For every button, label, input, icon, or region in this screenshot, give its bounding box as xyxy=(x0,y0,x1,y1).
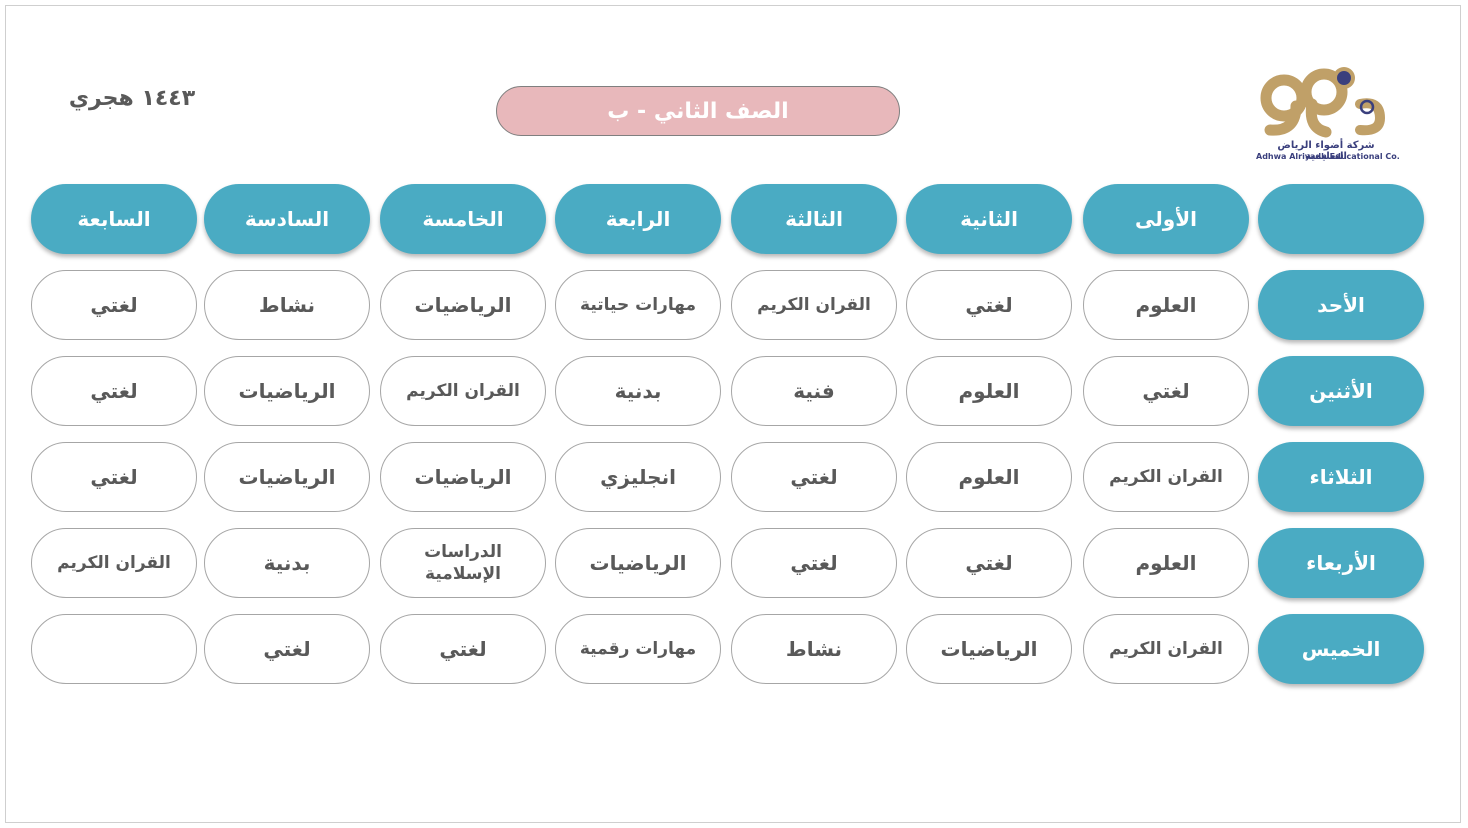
subject-cell: الدراسات الإسلامية xyxy=(380,528,546,598)
period-header: الخامسة xyxy=(380,184,546,254)
subject-cell: لغتي xyxy=(31,270,197,340)
subject-cell: القران الكريم xyxy=(31,528,197,598)
subject-cell: العلوم xyxy=(1083,270,1249,340)
subject-cell: لغتي xyxy=(906,528,1072,598)
period-header: الثالثة xyxy=(731,184,897,254)
subject-cell: بدنية xyxy=(204,528,370,598)
subject-cell: العلوم xyxy=(906,442,1072,512)
period-header: الرابعة xyxy=(555,184,721,254)
subject-cell: القران الكريم xyxy=(1083,614,1249,684)
period-header: الثانية xyxy=(906,184,1072,254)
subject-cell: الرياضيات xyxy=(380,442,546,512)
period-header: السادسة xyxy=(204,184,370,254)
class-title: الصف الثاني - ب xyxy=(496,86,900,136)
subject-cell: العلوم xyxy=(906,356,1072,426)
subject-cell: مهارات رقمية xyxy=(555,614,721,684)
day-header: الأربعاء xyxy=(1258,528,1424,598)
subject-cell: العلوم xyxy=(1083,528,1249,598)
subject-cell: الرياضيات xyxy=(204,356,370,426)
subject-cell: نشاط xyxy=(731,614,897,684)
subject-cell: لغتي xyxy=(31,442,197,512)
subject-cell: مهارات حياتية xyxy=(555,270,721,340)
period-header: الأولى xyxy=(1083,184,1249,254)
day-header: الثلاثاء xyxy=(1258,442,1424,512)
subject-cell: الرياضيات xyxy=(380,270,546,340)
subject-cell: نشاط xyxy=(204,270,370,340)
company-logo: شركة أضواء الرياض التعليمية Adhwa Alriya… xyxy=(1256,48,1400,166)
subject-cell: فنية xyxy=(731,356,897,426)
day-header: الأثنين xyxy=(1258,356,1424,426)
subject-cell: انجليزي xyxy=(555,442,721,512)
subject-cell: القران الكريم xyxy=(731,270,897,340)
day-header: الأحد xyxy=(1258,270,1424,340)
subject-cell: لغتي xyxy=(731,528,897,598)
subject-cell: القران الكريم xyxy=(380,356,546,426)
subject-cell: لغتي xyxy=(906,270,1072,340)
subject-cell: الرياضيات xyxy=(906,614,1072,684)
hijri-year: ١٤٤٣ هجري xyxy=(68,86,196,111)
subject-cell: القران الكريم xyxy=(1083,442,1249,512)
period-header: السابعة xyxy=(31,184,197,254)
logo-mark-icon xyxy=(1260,67,1386,138)
corner-header xyxy=(1258,184,1424,254)
subject-cell xyxy=(31,614,197,684)
subject-cell: لغتي xyxy=(31,356,197,426)
day-header: الخميس xyxy=(1258,614,1424,684)
subject-cell: بدنية xyxy=(555,356,721,426)
subject-cell: لغتي xyxy=(204,614,370,684)
logo-english-name: Adhwa Alriyadh Educational Co. xyxy=(1256,152,1400,161)
subject-cell: الرياضيات xyxy=(204,442,370,512)
subject-cell: لغتي xyxy=(731,442,897,512)
subject-cell: لغتي xyxy=(1083,356,1249,426)
subject-cell: الرياضيات xyxy=(555,528,721,598)
subject-cell: لغتي xyxy=(380,614,546,684)
